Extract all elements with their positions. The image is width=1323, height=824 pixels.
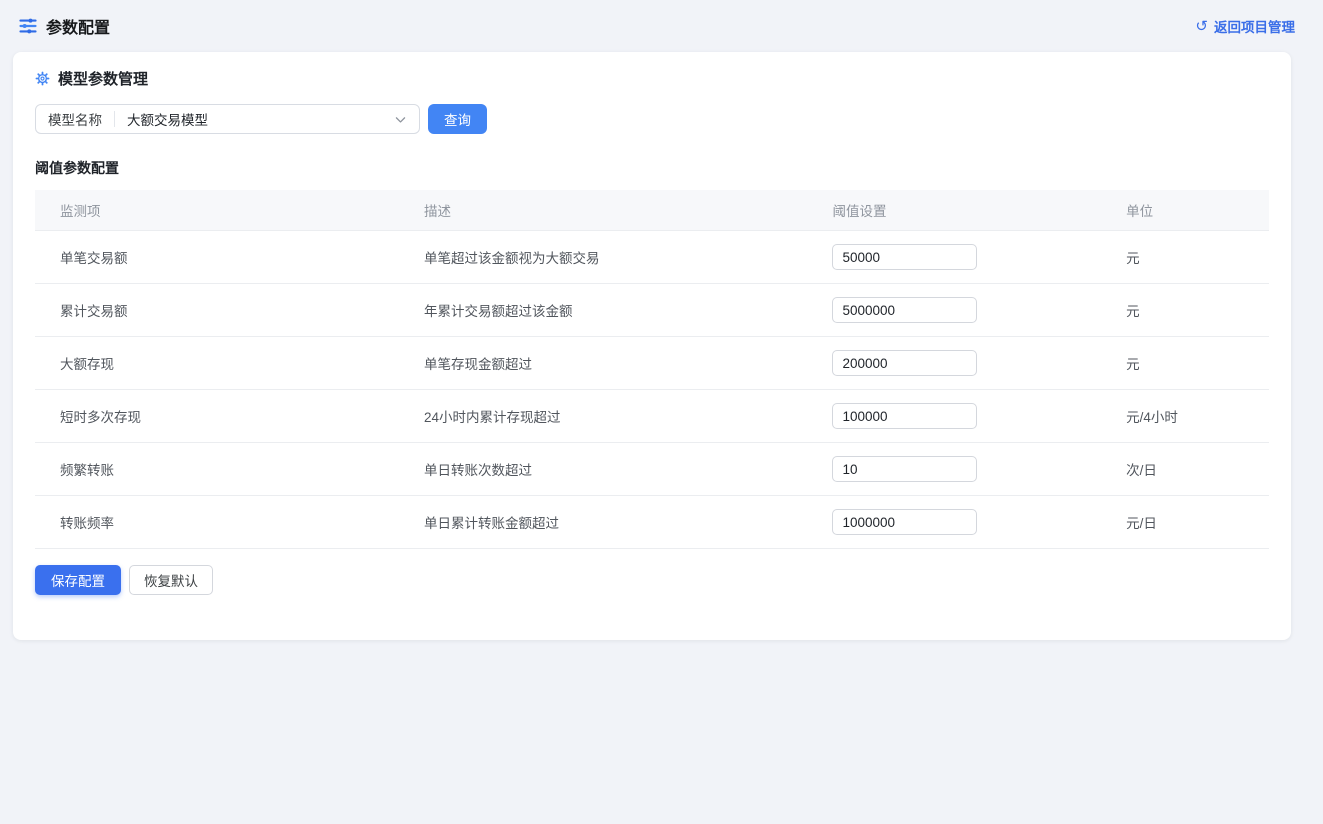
threshold-table: 监测项 描述 阈值设置 单位 单笔交易额 单笔超过该金额视为大额交易 元 累计交… bbox=[35, 190, 1269, 549]
top-header: 参数配置 ↺ 返回项目管理 bbox=[0, 0, 1323, 52]
table-header-row: 监测项 描述 阈值设置 单位 bbox=[35, 190, 1269, 231]
column-header-threshold: 阈值设置 bbox=[807, 190, 1101, 231]
description-cell: 24小时内累计存现超过 bbox=[399, 390, 807, 443]
threshold-cell bbox=[807, 390, 1101, 443]
unit-cell: 元 bbox=[1101, 337, 1269, 390]
monitor-item-cell: 短时多次存现 bbox=[35, 390, 399, 443]
table-row: 单笔交易额 单笔超过该金额视为大额交易 元 bbox=[35, 231, 1269, 284]
threshold-cell bbox=[807, 284, 1101, 337]
query-row: 模型名称 大额交易模型 查询 bbox=[35, 104, 1269, 134]
header-left: 参数配置 bbox=[18, 14, 110, 38]
description-cell: 年累计交易额超过该金额 bbox=[399, 284, 807, 337]
unit-cell: 次/日 bbox=[1101, 443, 1269, 496]
threshold-table-body: 单笔交易额 单笔超过该金额视为大额交易 元 累计交易额 年累计交易额超过该金额 … bbox=[35, 231, 1269, 549]
model-name-value: 大额交易模型 bbox=[115, 109, 394, 129]
column-header-monitor-item: 监测项 bbox=[35, 190, 399, 231]
gear-icon bbox=[35, 71, 50, 86]
description-cell: 单笔存现金额超过 bbox=[399, 337, 807, 390]
model-name-label: 模型名称 bbox=[36, 109, 114, 129]
query-button[interactable]: 查询 bbox=[428, 104, 487, 134]
threshold-cell bbox=[807, 496, 1101, 549]
threshold-input[interactable] bbox=[832, 509, 977, 535]
table-row: 大额存现 单笔存现金额超过 元 bbox=[35, 337, 1269, 390]
threshold-cell bbox=[807, 337, 1101, 390]
monitor-item-cell: 单笔交易额 bbox=[35, 231, 399, 284]
model-parameter-panel: 模型参数管理 模型名称 大额交易模型 查询 阈值参数配置 监测项 描述 阈值设置… bbox=[13, 52, 1291, 640]
description-cell: 单笔超过该金额视为大额交易 bbox=[399, 231, 807, 284]
unit-cell: 元 bbox=[1101, 231, 1269, 284]
chevron-down-icon bbox=[394, 113, 407, 126]
threshold-input[interactable] bbox=[832, 297, 977, 323]
threshold-input[interactable] bbox=[832, 244, 977, 270]
restore-default-button[interactable]: 恢复默认 bbox=[129, 565, 213, 595]
threshold-cell bbox=[807, 443, 1101, 496]
threshold-input[interactable] bbox=[832, 403, 977, 429]
table-row: 累计交易额 年累计交易额超过该金额 元 bbox=[35, 284, 1269, 337]
monitor-item-cell: 频繁转账 bbox=[35, 443, 399, 496]
unit-cell: 元/日 bbox=[1101, 496, 1269, 549]
table-row: 转账频率 单日累计转账金额超过 元/日 bbox=[35, 496, 1269, 549]
page-title: 参数配置 bbox=[46, 14, 110, 38]
undo-icon: ↺ bbox=[1195, 19, 1208, 34]
threshold-input[interactable] bbox=[832, 456, 977, 482]
back-link-label: 返回项目管理 bbox=[1214, 16, 1295, 36]
monitor-item-cell: 累计交易额 bbox=[35, 284, 399, 337]
unit-cell: 元/4小时 bbox=[1101, 390, 1269, 443]
panel-title-row: 模型参数管理 bbox=[35, 68, 1269, 88]
description-cell: 单日累计转账金额超过 bbox=[399, 496, 807, 549]
model-name-select[interactable]: 模型名称 大额交易模型 bbox=[35, 104, 420, 134]
column-header-description: 描述 bbox=[399, 190, 807, 231]
table-row: 频繁转账 单日转账次数超过 次/日 bbox=[35, 443, 1269, 496]
monitor-item-cell: 大额存现 bbox=[35, 337, 399, 390]
footer-buttons: 保存配置 恢复默认 bbox=[35, 565, 1269, 595]
column-header-unit: 单位 bbox=[1101, 190, 1269, 231]
threshold-cell bbox=[807, 231, 1101, 284]
threshold-section-title: 阈值参数配置 bbox=[35, 158, 1269, 178]
description-cell: 单日转账次数超过 bbox=[399, 443, 807, 496]
unit-cell: 元 bbox=[1101, 284, 1269, 337]
panel-title: 模型参数管理 bbox=[58, 68, 148, 89]
monitor-item-cell: 转账频率 bbox=[35, 496, 399, 549]
table-row: 短时多次存现 24小时内累计存现超过 元/4小时 bbox=[35, 390, 1269, 443]
save-config-button[interactable]: 保存配置 bbox=[35, 565, 121, 595]
sliders-icon bbox=[18, 16, 38, 36]
back-to-project-link[interactable]: ↺ 返回项目管理 bbox=[1195, 16, 1295, 36]
threshold-input[interactable] bbox=[832, 350, 977, 376]
